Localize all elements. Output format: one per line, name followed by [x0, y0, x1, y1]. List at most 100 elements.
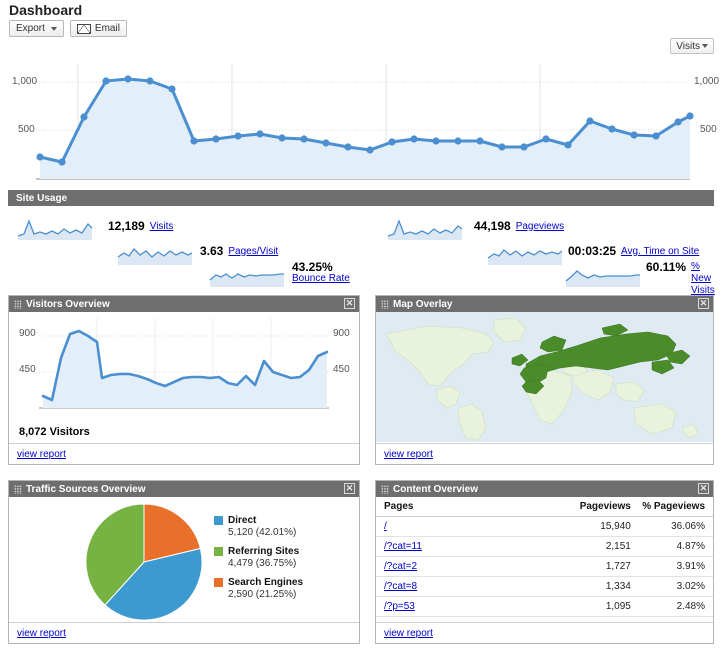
sparkline-pageviews	[386, 214, 464, 240]
sparkline-visits	[16, 214, 94, 240]
page-link[interactable]: /?cat=8	[384, 581, 417, 592]
traffic-sources-pie	[79, 501, 209, 623]
email-button[interactable]: Email	[70, 20, 127, 37]
close-icon[interactable]: ✕	[344, 483, 355, 494]
sparkline-avg-time-on-site	[486, 239, 564, 265]
page-link[interactable]: /?p=53	[384, 601, 415, 612]
close-icon[interactable]: ✕	[698, 298, 709, 309]
metric-visits-label[interactable]: Visits	[150, 221, 174, 232]
visitors-total: 8,072 Visitors	[19, 426, 90, 438]
metric-new-visits-value: 60.11%	[646, 260, 686, 274]
panel-content-overview-title: Content Overview	[393, 484, 478, 495]
metric-avg-time-on-site: 00:03:25 Avg. Time on Site	[568, 244, 699, 258]
main-chart-ytick-left-top: 1,000	[12, 76, 37, 87]
metric-pages-per-visit-value: 3.63	[200, 244, 223, 258]
site-usage-body: 12,189 Visits 3.63 Pages/Visit 43.25% Bo…	[8, 206, 714, 288]
panel-traffic-sources-footer: view report	[9, 622, 359, 643]
legend-value-referring-sites: 4,479 (36.75%)	[228, 558, 303, 569]
export-label: Export	[16, 23, 45, 34]
drag-handle-icon[interactable]	[381, 300, 389, 309]
cell-page: /?cat=2	[376, 557, 551, 577]
main-chart-ytick-right-mid: 500	[700, 124, 717, 135]
panel-visitors-overview-title: Visitors Overview	[26, 299, 110, 310]
panel-visitors-overview-header: Visitors Overview ✕	[9, 296, 359, 312]
metric-new-visits-label[interactable]: New Visits	[691, 273, 715, 296]
cell-pageviews: 1,334	[551, 577, 639, 597]
legend-label-direct: Direct	[228, 515, 256, 526]
panel-traffic-sources-header: Traffic Sources Overview ✕	[9, 481, 359, 497]
table-row: /?cat=8 1,334 3.02%	[376, 577, 713, 597]
view-report-link[interactable]: view report	[384, 449, 433, 460]
close-icon[interactable]: ✕	[344, 298, 355, 309]
content-overview-table: Pages Pageviews % Pageviews / 15,940 36.…	[376, 497, 713, 617]
metric-selector[interactable]: Visits	[670, 38, 714, 54]
page-link[interactable]: /	[384, 521, 387, 532]
main-chart-plot: 1,000 500 1,000 500	[0, 54, 722, 188]
cell-page: /?cat=11	[376, 537, 551, 557]
page-link[interactable]: /?cat=2	[384, 561, 417, 572]
panel-visitors-overview-footer: view report	[9, 443, 359, 464]
sparkline-pages-per-visit	[116, 239, 194, 265]
close-icon[interactable]: ✕	[698, 483, 709, 494]
legend-item: Search Engines 2,590 (21.25%)	[214, 577, 303, 600]
traffic-sources-legend: Direct 5,120 (42.01%) Referring Sites 4,…	[214, 515, 303, 608]
legend-swatch-referring-sites	[214, 547, 223, 556]
page-link[interactable]: /?cat=11	[384, 541, 422, 552]
visitors-overview-svg	[9, 312, 359, 418]
view-report-link[interactable]: view report	[17, 449, 66, 460]
drag-handle-icon[interactable]	[14, 485, 22, 494]
panel-visitors-overview: Visitors Overview ✕ 900 450 900 450 8,07…	[8, 295, 360, 465]
email-label: Email	[95, 23, 120, 34]
metric-avg-time-on-site-label[interactable]: Avg. Time on Site	[621, 246, 699, 257]
panel-traffic-sources: Traffic Sources Overview ✕ Direct 5,120 …	[8, 480, 360, 644]
panel-map-overlay-title: Map Overlay	[393, 299, 452, 310]
legend-value-direct: 5,120 (42.01%)	[228, 527, 303, 538]
table-row: /?cat=11 2,151 4.87%	[376, 537, 713, 557]
panel-content-overview: Content Overview ✕ Pages Pageviews % Pag…	[375, 480, 714, 644]
site-usage-header: Site Usage	[8, 190, 714, 206]
panel-map-overlay-footer: view report	[376, 443, 713, 464]
drag-handle-icon[interactable]	[14, 300, 22, 309]
cell-pct: 2.48%	[639, 597, 713, 617]
cell-pageviews: 15,940	[551, 517, 639, 537]
metric-pageviews-value: 44,198	[474, 219, 511, 233]
metric-bounce-rate: 43.25% Bounce Rate	[292, 260, 350, 284]
cell-pageviews: 1,095	[551, 597, 639, 617]
table-row: / 15,940 36.06%	[376, 517, 713, 537]
view-report-link[interactable]: view report	[384, 628, 433, 639]
chevron-down-icon	[702, 44, 708, 48]
toolbar: Export Email	[9, 20, 127, 37]
cell-pageviews: 1,727	[551, 557, 639, 577]
metric-selector-label: Visits	[676, 41, 700, 52]
sparkline-new-visits	[564, 261, 642, 287]
metric-pages-per-visit-label[interactable]: Pages/Visit	[228, 246, 278, 257]
drag-handle-icon[interactable]	[381, 485, 389, 494]
cell-pct: 36.06%	[639, 517, 713, 537]
metric-bounce-rate-value: 43.25%	[292, 260, 350, 274]
panel-content-overview-footer: view report	[376, 622, 713, 643]
world-map[interactable]	[376, 312, 713, 442]
cell-page: /?p=53	[376, 597, 551, 617]
metric-avg-time-on-site-value: 00:03:25	[568, 244, 616, 258]
legend-item: Direct 5,120 (42.01%)	[214, 515, 303, 538]
panel-map-overlay: Map Overlay ✕	[375, 295, 714, 465]
view-report-link[interactable]: view report	[17, 628, 66, 639]
metric-visits-value: 12,189	[108, 219, 145, 233]
cell-pct: 3.91%	[639, 557, 713, 577]
legend-label-referring-sites: Referring Sites	[228, 546, 299, 557]
visitors-ytick-right-top: 900	[333, 328, 350, 339]
legend-value-search-engines: 2,590 (21.25%)	[228, 589, 303, 600]
main-visits-chart: Visits	[0, 38, 722, 188]
visitors-ytick-left-top: 900	[19, 328, 36, 339]
legend-swatch-search-engines	[214, 578, 223, 587]
main-chart-ytick-left-mid: 500	[18, 124, 35, 135]
envelope-icon	[77, 24, 91, 34]
metric-pageviews-label[interactable]: Pageviews	[516, 221, 564, 232]
metric-bounce-rate-label[interactable]: Bounce Rate	[292, 274, 350, 284]
metric-new-visits-label-pct[interactable]: %	[691, 261, 700, 272]
page-title: Dashboard	[9, 2, 82, 18]
cell-page: /	[376, 517, 551, 537]
column-pct-pageviews: % Pageviews	[639, 497, 713, 517]
site-usage-title: Site Usage	[16, 193, 67, 204]
export-button[interactable]: Export	[9, 20, 64, 37]
